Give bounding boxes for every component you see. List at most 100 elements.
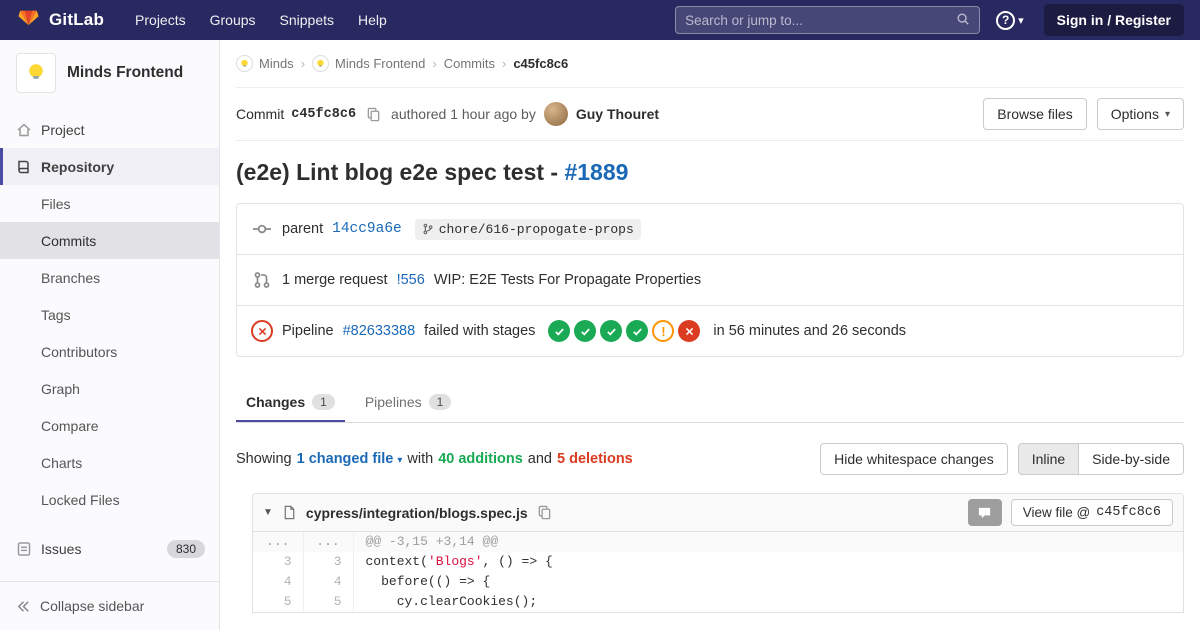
- breadcrumb: Minds › Minds Frontend › Commits › c45fc…: [236, 40, 1184, 88]
- copy-path-button[interactable]: [537, 505, 552, 520]
- merge-request-row: 1 merge request !556 WIP: E2E Tests For …: [237, 254, 1183, 305]
- sign-in-register-button[interactable]: Sign in / Register: [1043, 4, 1184, 36]
- pipeline-mini-graph: !: [548, 320, 701, 342]
- view-file-sha: c45fc8c6: [1096, 505, 1161, 520]
- old-line-number[interactable]: 5: [253, 592, 304, 612]
- side-by-side-view-button[interactable]: Side-by-side: [1078, 443, 1184, 475]
- gitlab-logo[interactable]: GitLab: [16, 6, 104, 34]
- new-line-number[interactable]: 3: [303, 552, 354, 572]
- sidebar-item-branches[interactable]: Branches: [0, 259, 219, 296]
- breadcrumb-minds-frontend[interactable]: Minds Frontend: [312, 55, 425, 72]
- project-header[interactable]: Minds Frontend: [0, 40, 219, 105]
- pipeline-id-link[interactable]: #82633388: [343, 323, 416, 339]
- parent-row: parent 14cc9a6e chore/616-propogate-prop…: [237, 204, 1183, 254]
- sidebar-item-charts[interactable]: Charts: [0, 444, 219, 481]
- minds-avatar: [236, 55, 253, 72]
- branch-ref-chip[interactable]: chore/616-propogate-props: [414, 218, 641, 240]
- primary-nav: Projects Groups Snippets Help: [124, 6, 398, 34]
- diff-hunk-row: ... ... @@ -3,15 +3,14 @@: [253, 532, 1183, 552]
- lightbulb-icon: [29, 64, 43, 79]
- stage-warning-icon[interactable]: !: [652, 320, 675, 342]
- pipeline-duration: in 56 minutes and 26 seconds: [713, 323, 907, 339]
- collapse-file-caret-icon[interactable]: ▼: [263, 507, 273, 518]
- inline-view-button[interactable]: Inline: [1017, 443, 1079, 475]
- tanuki-icon: [16, 6, 41, 34]
- diff-file: ▼ cypress/integration/blogs.spec.js View…: [252, 493, 1184, 613]
- pipeline-failed-icon[interactable]: [251, 320, 273, 342]
- new-line-number[interactable]: 4: [303, 572, 354, 592]
- stage-success-icon[interactable]: [548, 320, 571, 342]
- old-line-number[interactable]: 3: [253, 552, 304, 572]
- search-input[interactable]: [685, 12, 957, 28]
- sidebar-item-repository[interactable]: Repository: [0, 148, 219, 185]
- global-search[interactable]: [675, 6, 981, 34]
- old-line-number[interactable]: 4: [253, 572, 304, 592]
- nav-projects[interactable]: Projects: [124, 6, 197, 34]
- author-avatar[interactable]: [543, 102, 568, 126]
- diff-file-header: ▼ cypress/integration/blogs.spec.js View…: [253, 494, 1183, 532]
- collapse-sidebar-label: Collapse sidebar: [40, 598, 145, 614]
- copy-icon: [538, 505, 550, 520]
- stage-success-icon[interactable]: [600, 320, 623, 342]
- stage-success-icon[interactable]: [626, 320, 649, 342]
- hide-whitespace-button[interactable]: Hide whitespace changes: [820, 443, 1008, 475]
- file-path[interactable]: cypress/integration/blogs.spec.js: [306, 505, 528, 521]
- sidebar-item-locked-files[interactable]: Locked Files: [0, 481, 219, 518]
- diff-stats-text: Showing 1 changed file ▾ with 40 additio…: [236, 451, 633, 467]
- stage-failed-icon[interactable]: [678, 320, 701, 342]
- sidebar-item-project[interactable]: Project: [0, 111, 219, 148]
- breadcrumb-separator: ›: [501, 56, 507, 71]
- collapse-sidebar-button[interactable]: Collapse sidebar: [0, 581, 219, 630]
- commit-tabs: Changes 1 Pipelines 1: [236, 383, 1184, 423]
- changed-files-dropdown[interactable]: 1 changed file ▾: [297, 451, 403, 467]
- commit-title: (e2e) Lint blog e2e spec test - #1889: [236, 159, 629, 185]
- nav-groups[interactable]: Groups: [199, 6, 267, 34]
- toggle-comments-button[interactable]: [967, 499, 1002, 526]
- tab-pipelines[interactable]: Pipelines 1: [355, 383, 462, 422]
- file-icon: [282, 505, 297, 520]
- mr-title: WIP: E2E Tests For Propagate Properties: [433, 272, 702, 288]
- brand-name: GitLab: [49, 10, 105, 29]
- nav-snippets[interactable]: Snippets: [269, 6, 345, 34]
- stage-success-icon[interactable]: [574, 320, 597, 342]
- author-name[interactable]: Guy Thouret: [576, 106, 659, 122]
- chevron-double-left-icon: [16, 599, 31, 614]
- mr-count: 1 merge request: [282, 272, 388, 288]
- sidebar-item-files[interactable]: Files: [0, 185, 219, 222]
- browse-files-button[interactable]: Browse files: [983, 98, 1087, 130]
- tab-changes[interactable]: Changes 1: [236, 383, 345, 422]
- sidebar-item-label: Repository: [41, 158, 115, 175]
- help-dropdown[interactable]: ? ▾: [996, 10, 1024, 30]
- sidebar-item-commits[interactable]: Commits: [0, 222, 219, 259]
- diff-toolbar: Showing 1 changed file ▾ with 40 additio…: [236, 443, 1184, 475]
- issue-link[interactable]: #1889: [564, 159, 628, 185]
- view-file-button[interactable]: View file @ c45fc8c6: [1010, 499, 1173, 526]
- new-line-number[interactable]: 5: [303, 592, 354, 612]
- hunk-header-text: @@ -3,15 +3,14 @@: [353, 532, 1183, 552]
- parent-sha-link[interactable]: 14cc9a6e: [332, 221, 402, 237]
- pipeline-label: Pipeline: [282, 323, 334, 339]
- pipelines-count-badge: 1: [428, 394, 452, 410]
- sidebar-item-tags[interactable]: Tags: [0, 296, 219, 333]
- changes-count-badge: 1: [312, 394, 335, 410]
- breadcrumb-commits[interactable]: Commits: [444, 56, 495, 71]
- pipeline-status-text: failed with stages: [424, 323, 536, 339]
- commit-label: Commit: [236, 106, 285, 122]
- search-icon: [956, 12, 970, 29]
- sidebar-item-issues[interactable]: Issues 830: [0, 530, 219, 567]
- sidebar-item-contributors[interactable]: Contributors: [0, 333, 219, 370]
- sidebar-item-compare[interactable]: Compare: [0, 407, 219, 444]
- mr-ref-link[interactable]: !556: [397, 272, 425, 288]
- chevron-down-icon: ▾: [1164, 108, 1170, 120]
- diff-view-controls: Hide whitespace changes Inline Side-by-s…: [820, 443, 1184, 475]
- question-circle-icon: ?: [996, 10, 1016, 30]
- sidebar-item-graph[interactable]: Graph: [0, 370, 219, 407]
- copy-sha-button[interactable]: [366, 107, 381, 122]
- additions-count: 40 additions: [438, 451, 523, 467]
- issues-icon: [16, 541, 32, 557]
- project-avatar: [16, 53, 56, 93]
- options-button[interactable]: Options ▾: [1096, 98, 1184, 130]
- breadcrumb-minds[interactable]: Minds: [236, 55, 294, 72]
- nav-help[interactable]: Help: [347, 6, 398, 34]
- diff-line-row: 3 3 context('Blogs', () => {: [253, 552, 1183, 572]
